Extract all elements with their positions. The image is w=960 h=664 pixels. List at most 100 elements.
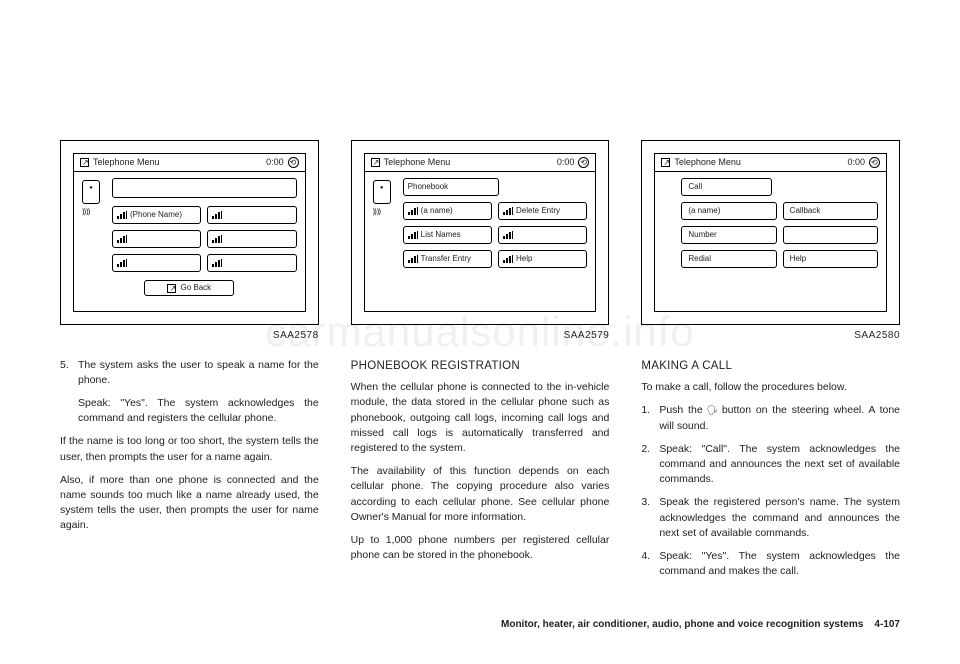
number-item: Number (681, 226, 776, 244)
help-item: Help (783, 250, 878, 268)
step-text-a: Push the (659, 404, 702, 416)
signal-icon (212, 235, 222, 243)
step-list: 1.Push thebutton on the steering wheel. … (641, 403, 900, 579)
label: Phonebook (408, 181, 448, 193)
signal-icon (117, 235, 127, 243)
empty-cell (112, 254, 201, 272)
signal-icon (117, 259, 127, 267)
phonebook-item: Phonebook (403, 178, 499, 196)
section-heading: MAKING A CALL (641, 358, 900, 375)
screen-titlebar: Telephone Menu 0:00 (74, 154, 305, 172)
screen-body: ⸩⸩ (Phone Name) Go Back (74, 172, 305, 311)
label: Redial (688, 253, 711, 265)
goback-row: Go Back (82, 280, 297, 296)
signal-icon (503, 231, 513, 239)
three-column-layout: Telephone Menu 0:00 ⸩⸩ (Phone Name) (60, 140, 900, 614)
column-2: Telephone Menu 0:00 ⸩⸩ Phonebook (351, 140, 610, 614)
screen-title: Telephone Menu (674, 156, 741, 169)
screen-body: Call (a name) Callback Number Redial (655, 172, 886, 311)
menu-list: Call (a name) Callback Number Redial (681, 178, 878, 268)
paragraph: Up to 1,000 phone numbers per registered… (351, 533, 610, 563)
screen-inner: Telephone Menu 0:00 ⸩⸩ (Phone Name) (73, 153, 306, 312)
paragraph: When the cellular phone is connected to … (351, 380, 610, 456)
step-text: Speak: "Yes". The system acknowledges th… (659, 550, 900, 577)
titlebar-right: 0:00 (847, 156, 880, 169)
screen-inner: Telephone Menu 0:00 ⸩⸩ Phonebook (364, 153, 597, 312)
figure-caption: SAA2578 (60, 329, 319, 344)
signal-icon (212, 211, 222, 219)
redial-item: Redial (681, 250, 776, 268)
footer-section: Monitor, heater, air conditioner, audio,… (501, 619, 863, 630)
signal-icon (408, 231, 418, 239)
titlebar-left: Telephone Menu (80, 156, 160, 169)
step-1: 1.Push thebutton on the steering wheel. … (641, 403, 900, 433)
aname-item: (a name) (403, 202, 492, 220)
screen-figure-2: Telephone Menu 0:00 ⸩⸩ Phonebook (351, 140, 610, 325)
call-item: Call (681, 178, 771, 196)
screen-figure-3: Telephone Menu 0:00 Call (a name) Ca (641, 140, 900, 325)
empty-cell (112, 230, 201, 248)
refresh-icon (578, 157, 589, 168)
page-footer: Monitor, heater, air conditioner, audio,… (501, 619, 900, 630)
step-list: 5.The system asks the user to speak a na… (60, 358, 319, 388)
phone-name-cell: (Phone Name) (112, 206, 201, 224)
signal-icon (503, 255, 513, 263)
nav-icon (661, 158, 670, 167)
signal-icon (503, 207, 513, 215)
callback-item: Callback (783, 202, 878, 220)
screen-body: ⸩⸩ Phonebook (a name) Delete Entry List … (365, 172, 596, 311)
step-4: 4.Speak: "Yes". The system acknowledges … (641, 549, 900, 579)
figure-caption: SAA2580 (641, 329, 900, 344)
phone-name-label: (Phone Name) (130, 209, 182, 221)
help-item: Help (498, 250, 587, 268)
go-back-button: Go Back (144, 280, 234, 296)
delete-entry-item: Delete Entry (498, 202, 587, 220)
transfer-entry-item: Transfer Entry (403, 250, 492, 268)
label: (a name) (688, 205, 720, 217)
screen-title: Telephone Menu (93, 156, 160, 169)
option-grid: (Phone Name) (112, 206, 297, 272)
label: Delete Entry (516, 205, 560, 217)
nav-icon (80, 158, 89, 167)
empty-cell (207, 230, 296, 248)
label: Callback (790, 205, 821, 217)
signal-icon (408, 255, 418, 263)
figure-caption: SAA2579 (351, 329, 610, 344)
step-text: Speak the registered person's name. The … (659, 496, 900, 538)
paragraph: The availability of this function depend… (351, 464, 610, 525)
section-heading: PHONEBOOK REGISTRATION (351, 358, 610, 375)
step-2: 2.Speak: "Call". The system acknowledges… (641, 442, 900, 488)
paragraph: If the name is too long or too short, th… (60, 434, 319, 464)
paragraph: Also, if more than one phone is connecte… (60, 473, 319, 534)
signal-icon (117, 211, 127, 219)
go-back-label: Go Back (180, 282, 211, 294)
label: Transfer Entry (421, 253, 471, 265)
label: (a name) (421, 205, 453, 217)
step-text: Speak: "Call". The system acknowledges t… (659, 443, 900, 485)
empty-cell (207, 206, 296, 224)
empty-item (783, 226, 878, 244)
column-3: Telephone Menu 0:00 Call (a name) Ca (641, 140, 900, 614)
footer-page: 4-107 (874, 619, 900, 630)
input-field (112, 178, 297, 198)
manual-page: Telephone Menu 0:00 ⸩⸩ (Phone Name) (0, 0, 960, 664)
nav-icon (167, 284, 176, 293)
screen-time: 0:00 (847, 156, 865, 169)
titlebar-left: Telephone Menu (661, 156, 741, 169)
step-5-sub: Speak: "Yes". The system acknowledges th… (60, 396, 319, 426)
screen-figure-1: Telephone Menu 0:00 ⸩⸩ (Phone Name) (60, 140, 319, 325)
menu-list: Phonebook (a name) Delete Entry List Nam… (403, 178, 588, 268)
refresh-icon (869, 157, 880, 168)
intro-paragraph: To make a call, follow the procedures be… (641, 380, 900, 395)
screen-time: 0:00 (266, 156, 284, 169)
signal-icon (212, 259, 222, 267)
label: Number (688, 229, 716, 241)
nav-icon (371, 158, 380, 167)
speaker-icon (373, 180, 391, 204)
step-5: 5.The system asks the user to speak a na… (60, 358, 319, 388)
screen-inner: Telephone Menu 0:00 Call (a name) Ca (654, 153, 887, 312)
sound-waves-icon: ⸩⸩ (82, 206, 90, 218)
label: Help (516, 253, 532, 265)
titlebar-right: 0:00 (557, 156, 590, 169)
titlebar-right: 0:00 (266, 156, 299, 169)
